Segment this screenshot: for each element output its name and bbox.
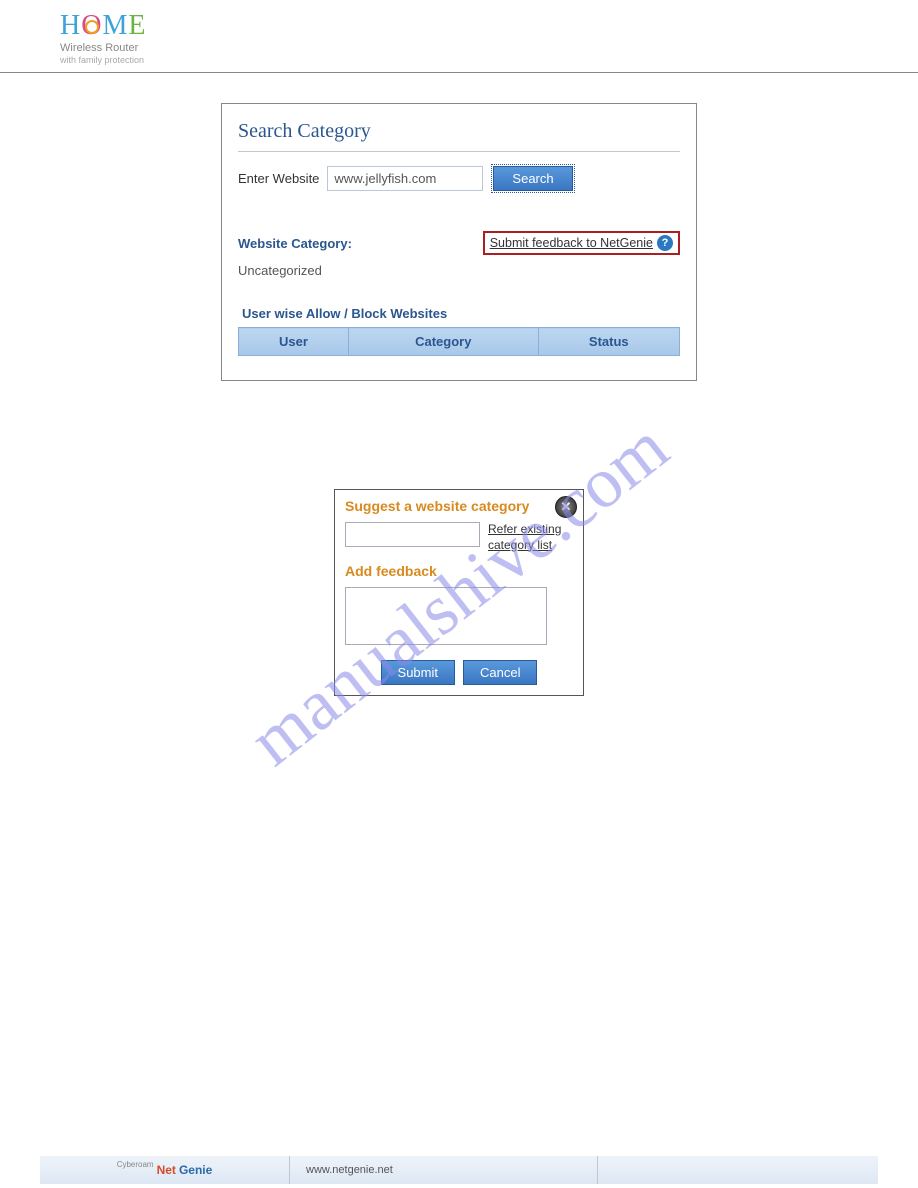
close-icon[interactable]: ✕ (555, 496, 577, 518)
logo: HOME Wireless Router with family protect… (60, 12, 146, 65)
col-status: Status (538, 328, 679, 356)
feedback-textarea[interactable] (345, 587, 547, 645)
page-header: HOME Wireless Router with family protect… (0, 0, 918, 73)
website-category-label: Website Category: (238, 236, 352, 251)
footer-brand-net: Net (157, 1163, 176, 1177)
col-category: Category (349, 328, 539, 356)
add-feedback-title: Add feedback (345, 563, 573, 579)
panel-title: Search Category (238, 114, 680, 152)
cancel-button[interactable]: Cancel (463, 660, 537, 685)
suggest-category-title: Suggest a website category (345, 498, 573, 514)
search-category-panel: Search Category Enter Website Search Web… (221, 103, 697, 381)
logo-subtitle: Wireless Router (60, 42, 146, 54)
enter-website-label: Enter Website (238, 171, 319, 186)
category-row: Website Category: Submit feedback to Net… (238, 231, 680, 255)
userwise-table: User Category Status (238, 327, 680, 356)
cyberoam-label: Cyberoam (117, 1160, 154, 1169)
search-button-focus-ring: Search (491, 164, 574, 193)
footer-brand-genie: Genie (179, 1163, 212, 1177)
footer-separator (597, 1156, 598, 1184)
submit-feedback-link[interactable]: Submit feedback to NetGenie (490, 236, 653, 250)
submit-button[interactable]: Submit (381, 660, 455, 685)
category-value: Uncategorized (238, 263, 680, 278)
feedback-dialog: ✕ Suggest a website category Refer exist… (334, 489, 584, 696)
website-input[interactable] (327, 166, 483, 191)
userwise-title: User wise Allow / Block Websites (238, 306, 680, 321)
footer: Cyberoam NetGenie www.netgenie.net (40, 1156, 878, 1184)
col-user: User (239, 328, 349, 356)
refer-category-list-link[interactable]: Refer existing category list (488, 522, 573, 553)
footer-logo: Cyberoam NetGenie (40, 1156, 290, 1184)
logo-title: HOME (60, 12, 146, 40)
help-icon[interactable]: ? (657, 235, 673, 251)
dialog-buttons: Submit Cancel (345, 660, 573, 685)
logo-tagline: with family protection (60, 55, 146, 65)
search-row: Enter Website Search (238, 164, 680, 193)
search-button[interactable]: Search (493, 166, 572, 191)
suggest-row: Refer existing category list (345, 522, 573, 553)
feedback-highlight-box: Submit feedback to NetGenie ? (483, 231, 680, 255)
footer-url: www.netgenie.net (290, 1164, 597, 1176)
suggest-category-input[interactable] (345, 522, 480, 547)
